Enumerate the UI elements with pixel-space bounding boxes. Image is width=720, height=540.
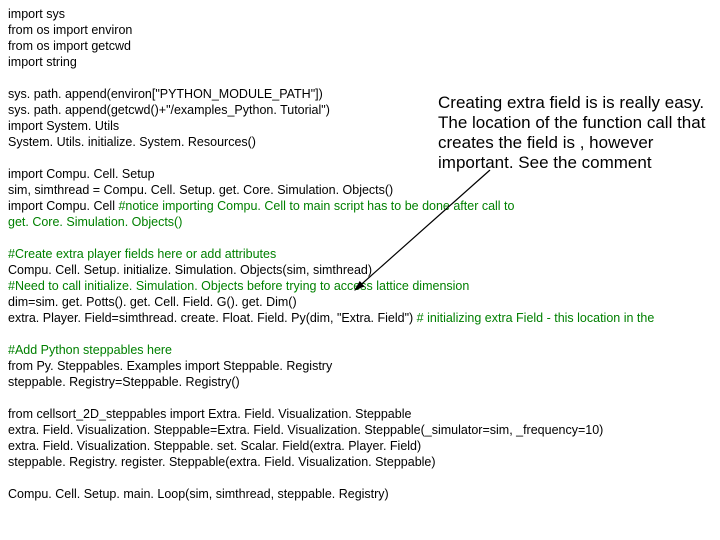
- code-line: extra. Field. Visualization. Steppable=E…: [8, 423, 603, 437]
- code-comment: #Add Python steppables here: [8, 343, 172, 357]
- code-line: Compu. Cell. Setup. initialize. Simulati…: [8, 263, 372, 277]
- code-line: extra. Field. Visualization. Steppable. …: [8, 439, 421, 453]
- code-line: steppable. Registry. register. Steppable…: [8, 455, 436, 469]
- code-comment: get. Core. Simulation. Objects(): [8, 215, 182, 229]
- code-line: import System. Utils: [8, 119, 119, 133]
- code-line: sys. path. append(environ["PYTHON_MODULE…: [8, 87, 323, 101]
- code-line: import string: [8, 55, 77, 69]
- code-line: sim, simthread = Compu. Cell. Setup. get…: [8, 183, 393, 197]
- code-comment: # initializing extra Field - this locati…: [417, 311, 658, 325]
- code-comment: #Create extra player fields here or add …: [8, 247, 276, 261]
- code-line: Compu. Cell. Setup. main. Loop(sim, simt…: [8, 487, 389, 501]
- code-line: import sys: [8, 7, 65, 21]
- code-line: dim=sim. get. Potts(). get. Cell. Field.…: [8, 295, 297, 309]
- code-line: sys. path. append(getcwd()+"/examples_Py…: [8, 103, 330, 117]
- code-line: from os import getcwd: [8, 39, 131, 53]
- code-line: from cellsort_2D_steppables import Extra…: [8, 407, 411, 421]
- arrow-icon: [350, 170, 510, 310]
- code-line: from os import environ: [8, 23, 132, 37]
- callout-text: Creating extra field is is really easy. …: [438, 93, 714, 173]
- code-line: import Compu. Cell: [8, 199, 118, 213]
- code-line: import Compu. Cell. Setup: [8, 167, 155, 181]
- code-line: steppable. Registry=Steppable. Registry(…: [8, 375, 240, 389]
- code-line: System. Utils. initialize. System. Resou…: [8, 135, 256, 149]
- code-line: extra. Player. Field=simthread. create. …: [8, 311, 417, 325]
- slide: import sys from os import environ from o…: [0, 0, 720, 540]
- code-line: from Py. Steppables. Examples import Ste…: [8, 359, 332, 373]
